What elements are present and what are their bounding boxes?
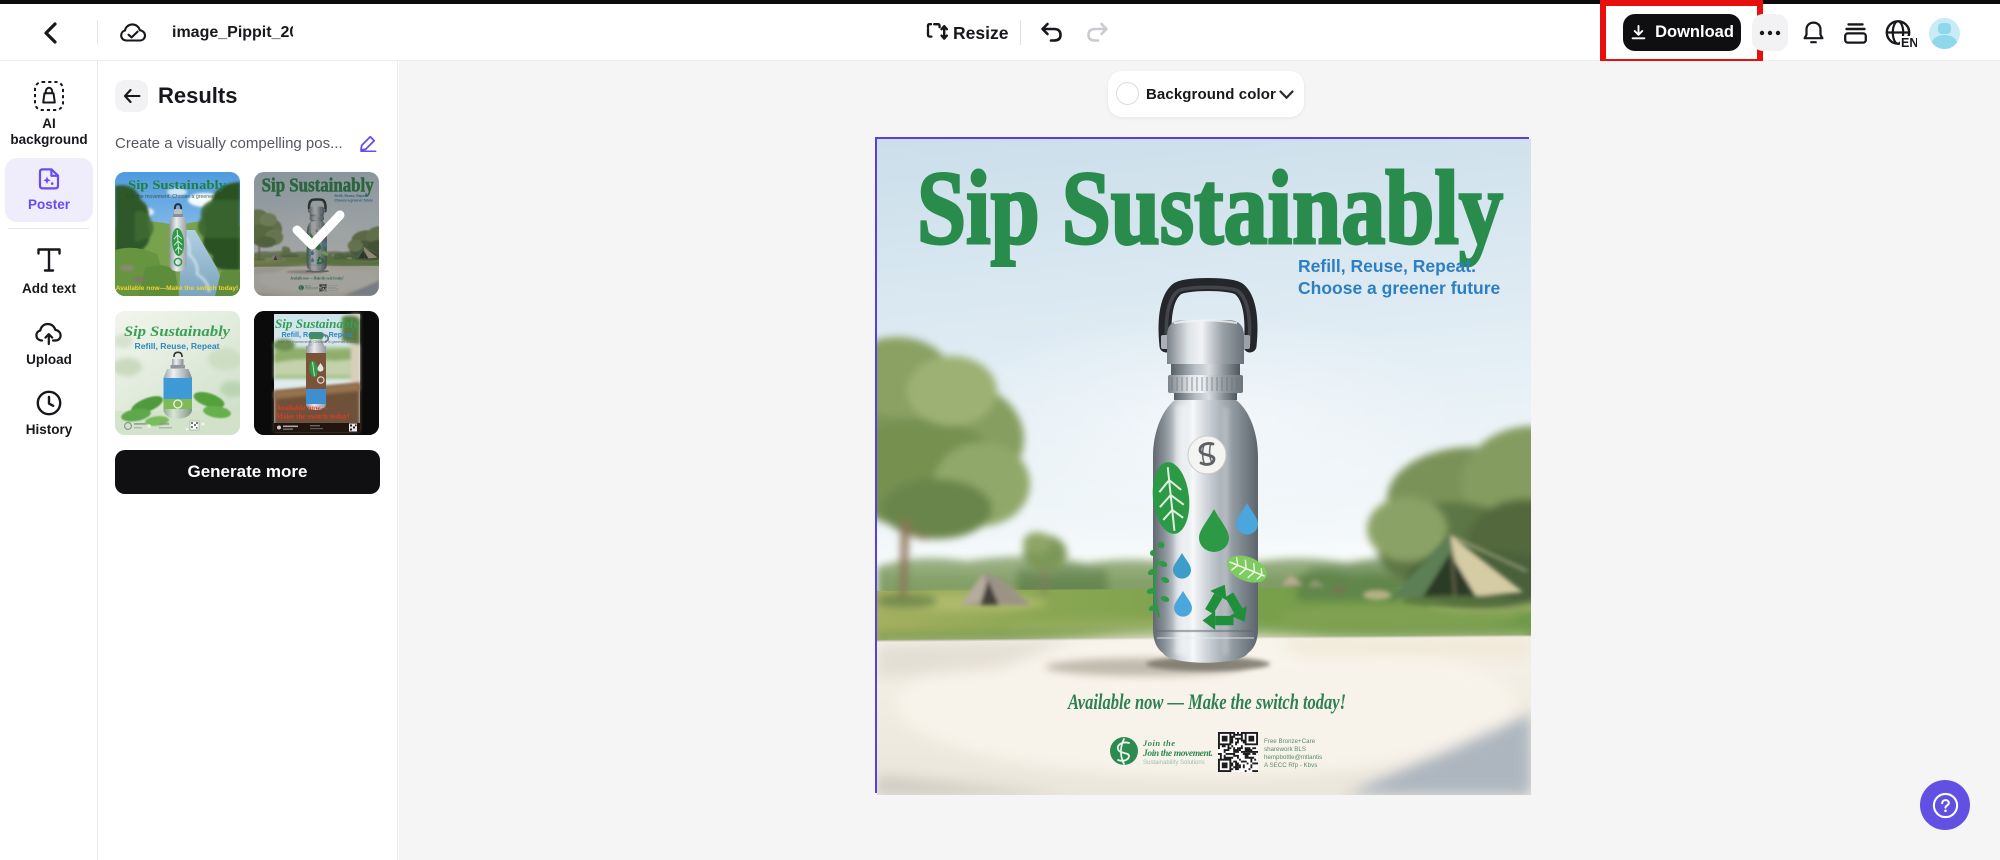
svg-text:EN: EN	[1901, 36, 1917, 49]
svg-text:Sip Sustainably: Sip Sustainably	[128, 177, 227, 192]
svg-text:Sip Sustainably: Sip Sustainably	[275, 316, 359, 331]
svg-text:Sip Sustainably: Sip Sustainably	[124, 324, 230, 340]
svg-text:Refill, Reuse, Repeat: Refill, Reuse, Repeat	[134, 341, 219, 351]
svg-text:Available now—Make the switch: Available now—Make the switch today!	[116, 285, 239, 292]
svg-text:Refill, Reuse, Repeat: Refill, Reuse, Repeat	[281, 330, 353, 339]
svg-text:Join the movement. Choose a gr: Join the movement. Choose a greener futu…	[126, 194, 229, 200]
svg-text:Make the switch today!: Make the switch today!	[276, 412, 350, 421]
svg-text:Join the movement. Choose a gr: Join the movement. Choose a greener futu…	[277, 339, 357, 344]
